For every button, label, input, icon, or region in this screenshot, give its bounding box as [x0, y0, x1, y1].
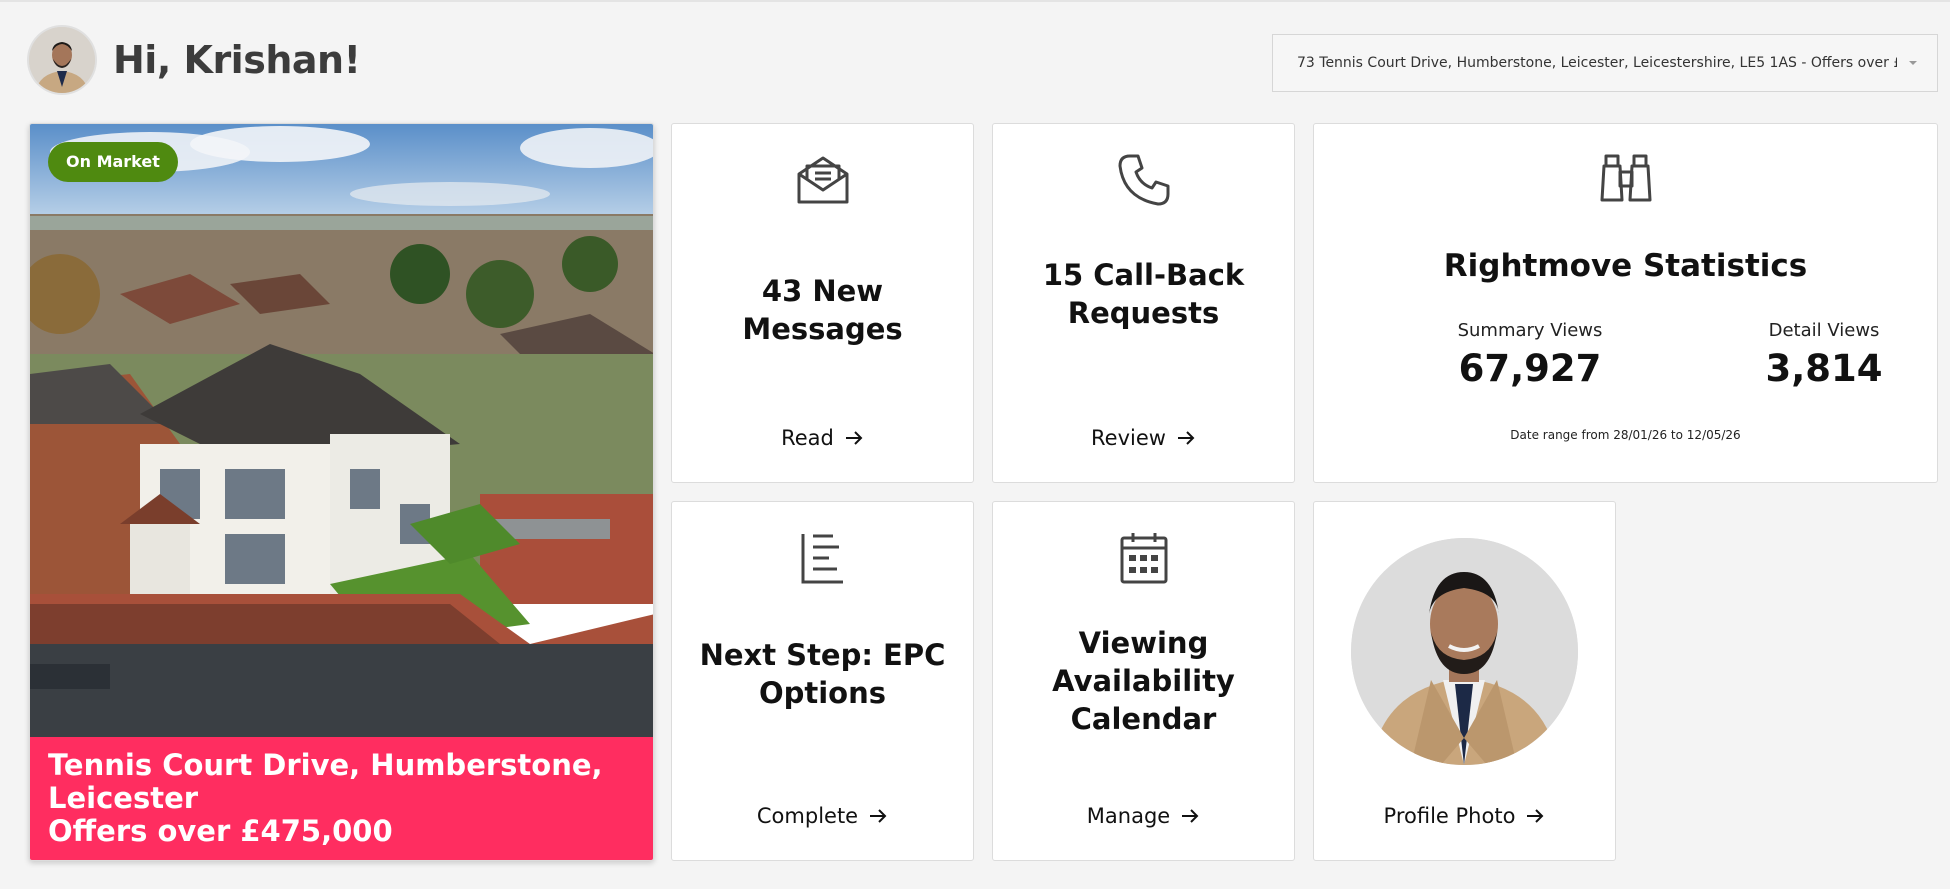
greeting-heading: Hi, Krishan!	[113, 38, 361, 82]
read-label: Read	[781, 426, 834, 450]
chevron-down-icon	[1909, 61, 1917, 65]
callbacks-title-line-1: 15 Call-Back	[1042, 258, 1245, 292]
detail-views-value: 3,814	[1765, 347, 1883, 390]
epc-title-line-1: Next Step: EPC	[699, 638, 946, 672]
rightmove-title: Rightmove Statistics	[1443, 248, 1808, 284]
envelope-icon	[797, 156, 848, 204]
summary-views-stat: Summary Views 67,927	[1400, 320, 1660, 390]
viewing-calendar-tile[interactable]: Viewing Availability Calendar Manage	[992, 501, 1295, 861]
profile-photo-image	[1351, 538, 1578, 765]
property-hero-card[interactable]: On Market Tennis Court Drive, Humberston…	[29, 123, 654, 861]
property-photo	[30, 124, 653, 737]
read-link[interactable]: Read	[672, 426, 973, 450]
arrow-right-icon	[870, 809, 887, 823]
caption-line-2: Leicester	[48, 781, 199, 815]
review-label: Review	[1091, 426, 1166, 450]
document-icon	[801, 534, 843, 584]
summary-views-label: Summary Views	[1457, 320, 1603, 341]
avatar-image	[29, 27, 95, 93]
arrow-right-icon	[1182, 809, 1199, 823]
calendar-icon	[1120, 533, 1167, 584]
epc-title-line-2: Options	[758, 676, 887, 710]
viewing-title-line-2: Availability	[1052, 664, 1235, 698]
property-caption[interactable]: Tennis Court Drive, Humberstone, Leicest…	[30, 737, 653, 860]
rightmove-statistics-card[interactable]: Rightmove Statistics Summary Views 67,92…	[1313, 123, 1938, 483]
messages-title: 43 New Messages	[742, 274, 903, 346]
property-select-dropdown[interactable]: 73 Tennis Court Drive, Humberstone, Leic…	[1272, 34, 1938, 92]
caption-line-3: Offers over £475,000	[48, 814, 393, 848]
messages-tile[interactable]: 43 New Messages Read	[671, 123, 974, 483]
review-link[interactable]: Review	[993, 426, 1294, 450]
manage-link[interactable]: Manage	[993, 804, 1294, 828]
summary-views-value: 67,927	[1458, 347, 1602, 390]
date-range-text: Date range from 28/01/26 to 12/05/26	[1510, 428, 1741, 442]
detail-views-stat: Detail Views 3,814	[1694, 320, 1950, 390]
viewing-title-line-3: Calendar	[1070, 702, 1217, 736]
profile-photo-label: Profile Photo	[1383, 804, 1516, 828]
on-market-badge: On Market	[48, 142, 178, 182]
viewing-title-line-1: Viewing	[1078, 626, 1209, 660]
top-border	[0, 0, 1950, 2]
manage-label: Manage	[1086, 804, 1171, 828]
arrow-right-icon	[1177, 431, 1195, 445]
profile-photo-tile[interactable]: Profile Photo	[1313, 501, 1616, 861]
arrow-right-icon	[845, 431, 863, 445]
epc-tile[interactable]: Next Step: EPC Options Complete	[671, 501, 974, 861]
arrow-right-icon	[1527, 809, 1544, 823]
caption-line-1: Tennis Court Drive, Humberstone,	[48, 748, 603, 782]
complete-label: Complete	[756, 804, 859, 828]
complete-link[interactable]: Complete	[672, 804, 973, 828]
phone-icon	[1118, 154, 1169, 206]
binoculars-icon	[1600, 154, 1652, 202]
callbacks-title-line-2: Requests	[1067, 296, 1220, 330]
epc-title: Next Step: EPC Options	[682, 636, 963, 712]
profile-photo-link[interactable]: Profile Photo	[1314, 804, 1615, 828]
callbacks-title: 15 Call-Back Requests	[1003, 256, 1284, 332]
property-select-value: 73 Tennis Court Drive, Humberstone, Leic…	[1297, 55, 1897, 71]
callbacks-tile[interactable]: 15 Call-Back Requests Review	[992, 123, 1295, 483]
user-avatar[interactable]	[29, 27, 95, 93]
viewing-title: Viewing Availability Calendar	[1003, 624, 1284, 738]
detail-views-label: Detail Views	[1768, 320, 1880, 341]
profile-portrait	[1351, 538, 1578, 765]
